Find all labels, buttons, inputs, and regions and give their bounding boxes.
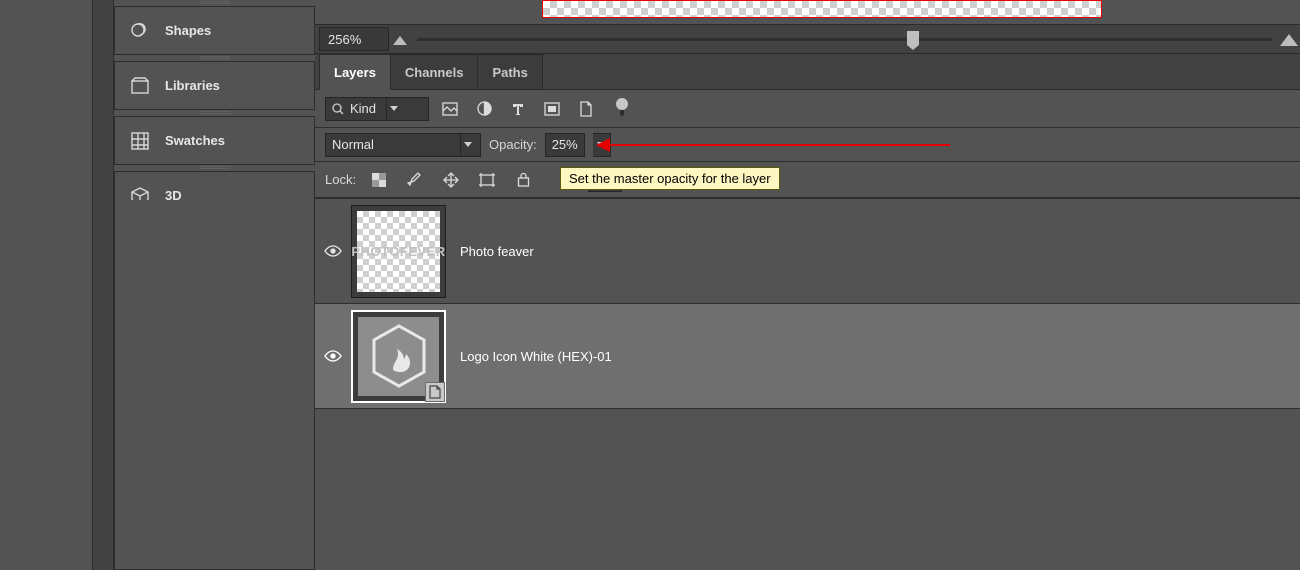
- layer-row[interactable]: Logo Icon White (HEX)-01: [315, 303, 1300, 408]
- panel-label: Shapes: [165, 23, 211, 38]
- panel-divider-track[interactable]: [92, 0, 114, 570]
- eye-icon: [324, 245, 342, 257]
- filter-toggle-switch[interactable]: [615, 98, 629, 120]
- document-strip: [315, 0, 1300, 24]
- layer-thumbnail[interactable]: [351, 310, 446, 403]
- tab-layers[interactable]: Layers: [319, 54, 391, 90]
- filter-pixel-icon[interactable]: [437, 97, 463, 121]
- zoom-slider[interactable]: [417, 35, 1272, 43]
- tab-paths[interactable]: Paths: [477, 54, 542, 89]
- tab-label: Channels: [405, 65, 464, 80]
- tab-label: Paths: [492, 65, 527, 80]
- layer-thumbnail[interactable]: PHOTOFEVER: [351, 205, 446, 298]
- left-gutter: [0, 0, 92, 570]
- panel-tabs: Layers Channels Paths: [315, 54, 1300, 90]
- zoom-out-icon[interactable]: [389, 29, 411, 49]
- panel-swatches[interactable]: Swatches: [114, 116, 315, 165]
- opacity-label[interactable]: Opacity:: [489, 137, 537, 152]
- search-icon: [332, 103, 344, 115]
- collapsed-panel-strip: Shapes Libraries Swatches 3D: [114, 0, 315, 570]
- smart-object-badge-icon: [425, 382, 445, 402]
- eye-icon: [324, 350, 342, 362]
- thumb-overlay-text: PHOTOFEVER: [351, 244, 445, 259]
- lock-pixels-icon[interactable]: [402, 168, 428, 192]
- blend-mode-select[interactable]: Normal: [325, 133, 481, 157]
- panel-strip-empty: [114, 200, 315, 570]
- panel-label: Libraries: [165, 78, 220, 93]
- swatches-icon: [129, 130, 151, 152]
- filter-kind-label: Kind: [350, 101, 376, 116]
- hexagon-logo-icon: [368, 327, 429, 386]
- lock-all-icon[interactable]: [510, 168, 536, 192]
- filter-type-icon[interactable]: [505, 97, 531, 121]
- libraries-icon: [129, 75, 151, 97]
- tab-channels[interactable]: Channels: [390, 54, 479, 89]
- panel-libraries[interactable]: Libraries: [114, 61, 315, 110]
- document-canvas[interactable]: [542, 0, 1102, 18]
- opacity-value: 25%: [552, 137, 578, 152]
- tooltip-text: Set the master opacity for the layer: [569, 171, 771, 186]
- lock-position-icon[interactable]: [438, 168, 464, 192]
- zoom-value: 256%: [328, 32, 361, 47]
- zoom-slider-thumb[interactable]: [907, 31, 919, 45]
- chevron-down-icon: [386, 98, 400, 120]
- lock-fill-row: Lock: Fill: 100: [315, 162, 1300, 198]
- layer-visibility-toggle[interactable]: [321, 350, 345, 362]
- lock-artboard-icon[interactable]: [474, 168, 500, 192]
- layer-filter-row: Kind: [315, 90, 1300, 128]
- layer-name[interactable]: Photo feaver: [460, 244, 534, 259]
- opacity-value-input[interactable]: 25%: [545, 133, 585, 157]
- layer-name[interactable]: Logo Icon White (HEX)-01: [460, 349, 612, 364]
- zoom-level-input[interactable]: 256%: [319, 27, 389, 51]
- layers-list: PHOTOFEVER Photo feaver: [315, 198, 1300, 570]
- lock-transparent-icon[interactable]: [366, 168, 392, 192]
- layers-empty-area[interactable]: [315, 408, 1300, 568]
- main-area: 256% Layers Channels Paths Kind N: [315, 0, 1300, 570]
- status-zoom-bar: 256%: [315, 24, 1300, 54]
- lock-label: Lock:: [325, 172, 356, 187]
- layer-row[interactable]: PHOTOFEVER Photo feaver: [315, 198, 1300, 303]
- blend-mode-value: Normal: [332, 137, 374, 152]
- shapes-icon: [129, 20, 151, 42]
- zoom-in-icon[interactable]: [1278, 29, 1300, 49]
- filter-adjustment-icon[interactable]: [471, 97, 497, 121]
- panel-shapes[interactable]: Shapes: [114, 6, 315, 55]
- chevron-down-icon: [460, 134, 474, 156]
- tooltip: Set the master opacity for the layer: [560, 167, 780, 190]
- tab-label: Layers: [334, 65, 376, 80]
- layer-visibility-toggle[interactable]: [321, 245, 345, 257]
- filter-smartobject-icon[interactable]: [573, 97, 599, 121]
- filter-shape-icon[interactable]: [539, 97, 565, 121]
- annotation-arrow: [610, 144, 950, 146]
- filter-kind-select[interactable]: Kind: [325, 97, 429, 121]
- panel-label: Swatches: [165, 133, 225, 148]
